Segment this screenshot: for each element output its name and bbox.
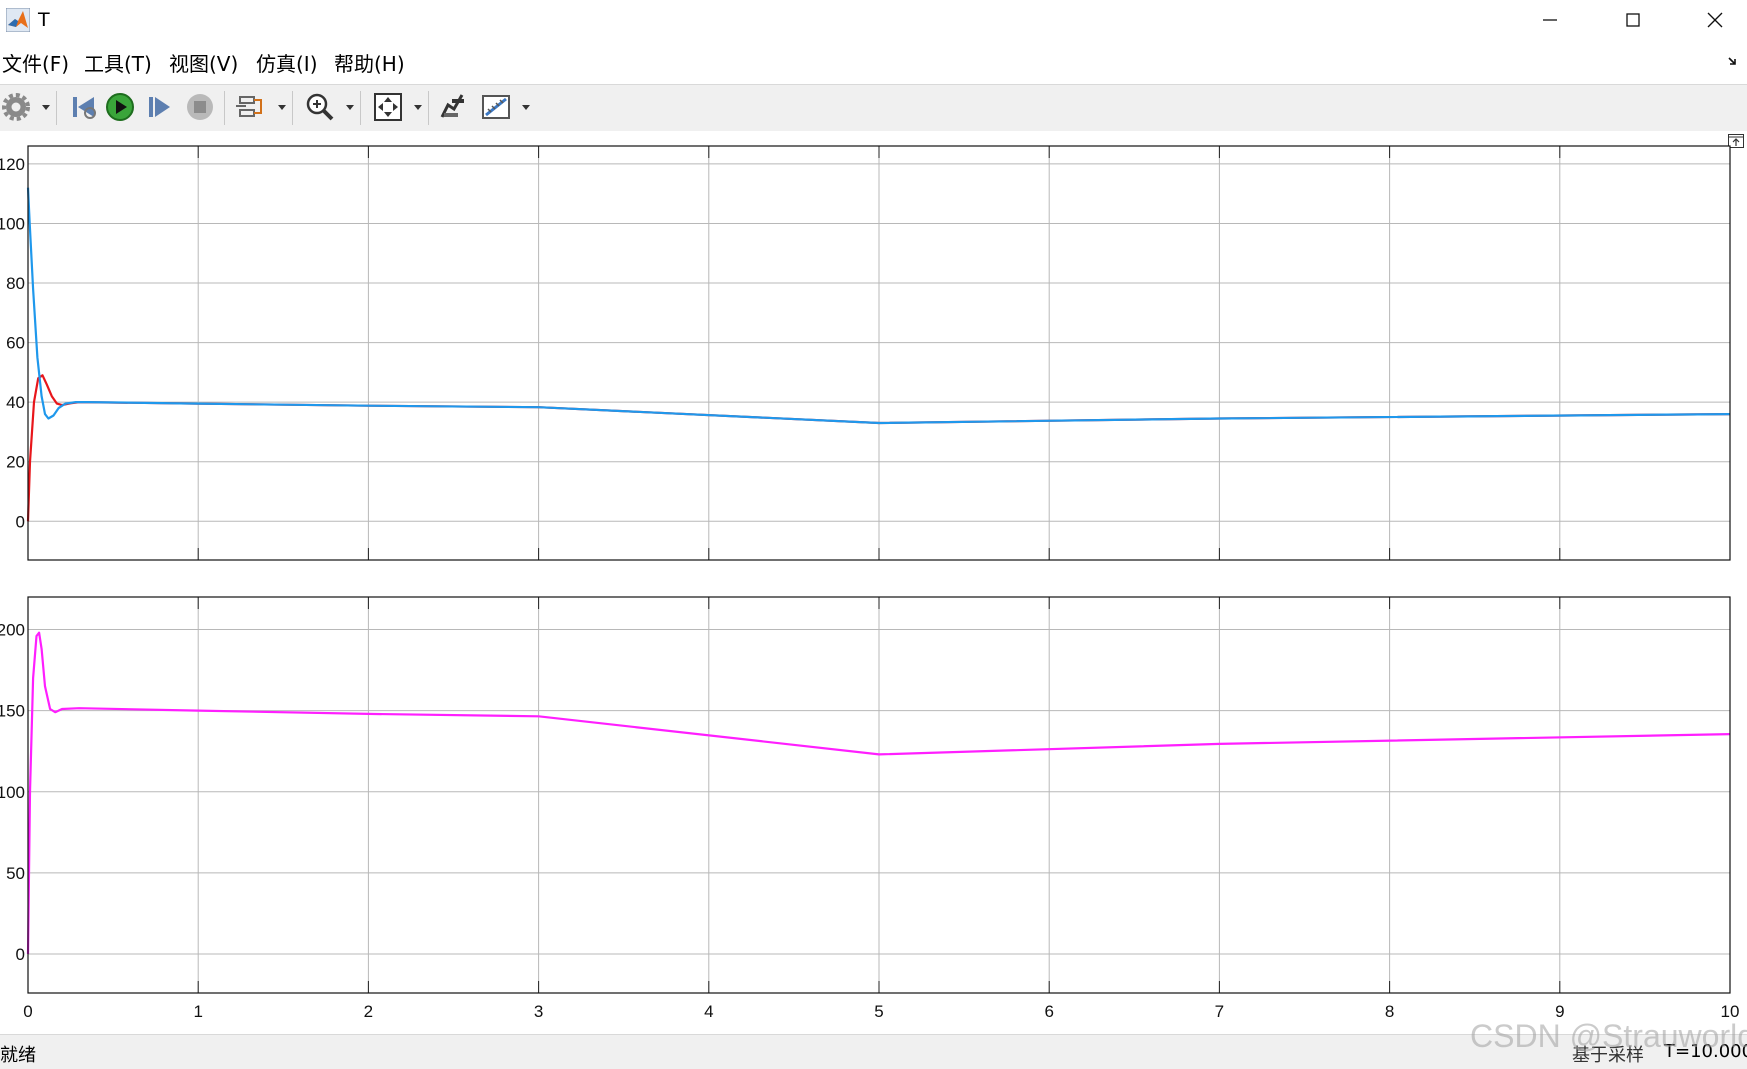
y-tick-label: 200 (0, 620, 25, 639)
style-button[interactable] (438, 91, 468, 123)
top-axes: 0 20 40 60 80 100 120 (0, 145, 1731, 561)
y-tick-label: 120 (0, 155, 25, 174)
settings-button[interactable] (2, 91, 32, 123)
toolbar-separator (360, 91, 361, 125)
menu-tools[interactable]: 工具(T) (84, 52, 152, 76)
menu-bar: 文件(F) 工具(T) 视图(V) 仿真(I) 帮助(H) (0, 46, 1747, 80)
stop-button[interactable] (184, 91, 216, 123)
minimize-icon (1543, 19, 1557, 21)
toolbar-separator (224, 91, 225, 125)
y-tick-label: 0 (16, 945, 25, 964)
measure-icon (482, 95, 510, 119)
toolbar-separator (428, 91, 429, 125)
y-tick-label: 40 (6, 393, 25, 412)
menu-help[interactable]: 帮助(H) (334, 52, 405, 76)
x-tick-label: 3 (534, 1002, 543, 1021)
maximize-button[interactable] (1610, 6, 1656, 34)
menu-file[interactable]: 文件(F) (2, 52, 69, 76)
signal-select-dropdown[interactable] (278, 105, 286, 110)
zoom-icon (306, 93, 334, 121)
y-tick-label: 20 (6, 453, 25, 472)
y-tick-label: 60 (6, 334, 25, 353)
y-tick-label: 100 (0, 783, 25, 802)
x-tick-label: 4 (704, 1002, 713, 1021)
x-tick-label: 1 (193, 1002, 202, 1021)
fit-view-button[interactable] (372, 91, 404, 123)
minimize-button[interactable] (1527, 6, 1573, 34)
title-bar: T (0, 0, 1747, 40)
close-icon (1707, 12, 1723, 28)
signal-select-button[interactable] (234, 91, 266, 123)
style-icon (440, 94, 464, 118)
step-forward-button[interactable] (145, 91, 173, 123)
y-tick-label: 50 (6, 864, 25, 883)
x-tick-label: 2 (364, 1002, 373, 1021)
x-tick-label: 0 (23, 1002, 32, 1021)
toolbar-separator (56, 91, 57, 125)
x-tick-label: 8 (1385, 1002, 1394, 1021)
y-tick-label: 80 (6, 274, 25, 293)
toolbar-separator (292, 91, 293, 125)
gear-icon (2, 93, 30, 121)
settings-dropdown[interactable] (42, 105, 50, 110)
scope-plots: 020406080100120 0501001502000 1 2 3 4 5 6 7 8 9 10 (0, 145, 1739, 1021)
fit-view-icon (374, 93, 402, 121)
step-back-button[interactable] (68, 91, 98, 123)
y-tick-label: 100 (0, 214, 25, 233)
step-forward-icon (149, 97, 170, 117)
maximize-icon (1626, 13, 1640, 27)
measure-button[interactable] (480, 91, 512, 123)
zoom-button[interactable] (304, 91, 336, 123)
run-button[interactable] (104, 91, 136, 123)
collapse-arrow-icon[interactable] (1727, 54, 1741, 68)
status-text: 就绪 (0, 1045, 36, 1066)
step-back-icon (73, 97, 96, 119)
stop-icon (187, 94, 213, 120)
zoom-dropdown[interactable] (346, 105, 354, 110)
close-button[interactable] (1692, 6, 1738, 34)
menu-view[interactable]: 视图(V) (169, 52, 238, 76)
y-tick-label: 0 (16, 512, 25, 531)
run-icon (106, 93, 134, 121)
menu-simulation[interactable]: 仿真(I) (256, 52, 318, 76)
y-tick-label: 150 (0, 702, 25, 721)
watermark: CSDN @Strauworld (1470, 1018, 1747, 1054)
x-tick-label: 6 (1044, 1002, 1053, 1021)
toolbar (0, 84, 1747, 132)
matlab-icon (6, 8, 30, 32)
x-tick-label: 7 (1215, 1002, 1224, 1021)
x-tick-label: 5 (874, 1002, 883, 1021)
window-title: T (38, 9, 50, 31)
signal-select-icon (236, 96, 262, 117)
bottom-axes: 0501001502000 1 2 3 4 5 6 7 8 9 10 (0, 596, 1739, 1021)
measure-dropdown[interactable] (522, 105, 530, 110)
fit-view-dropdown[interactable] (414, 105, 422, 110)
